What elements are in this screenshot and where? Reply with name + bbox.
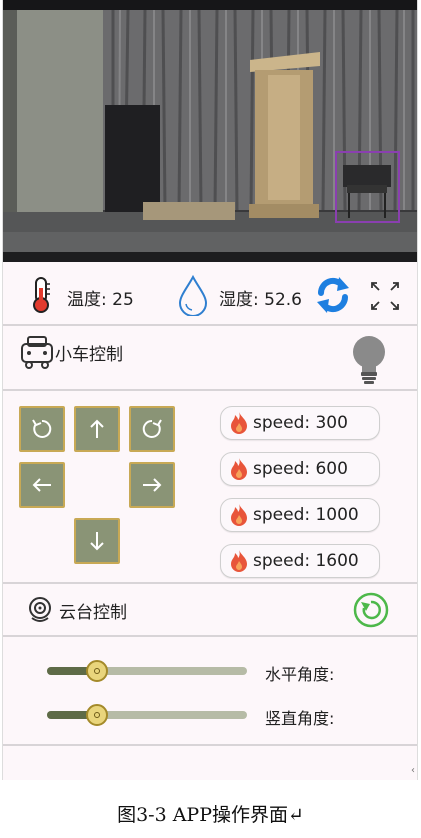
speed-300-button[interactable]: speed: 300 [220,406,380,440]
slider-thumb[interactable] [86,660,108,682]
flame-icon [231,550,247,572]
app-screen: 温度: 25 湿度: 52.6 小车控制 speed: 300 speed: 6… [2,0,418,780]
speed-label: speed: 300 [253,413,348,433]
flame-icon [231,504,247,526]
divider [3,582,417,584]
water-drop-icon [178,274,208,316]
car-icon [21,336,53,369]
thermometer-icon [33,277,50,313]
divider [3,389,417,391]
lightbulb-icon[interactable] [351,334,387,386]
vertical-angle-label: 竖直角度: [265,709,335,728]
horizontal-angle-slider[interactable] [47,656,247,686]
backward-button[interactable] [74,518,120,564]
rotate-left-button[interactable] [19,406,65,452]
arrow-up-icon [90,419,104,438]
speed-label: speed: 1600 [253,551,359,571]
humidity-reading: 湿度: 52.6 [219,290,302,310]
speed-1600-button[interactable]: speed: 1600 [220,544,380,578]
vertical-angle-slider[interactable] [47,700,247,730]
speed-label: speed: 1000 [253,505,359,525]
speed-1000-button[interactable]: speed: 1000 [220,498,380,532]
right-button[interactable] [129,462,175,508]
speed-label: speed: 600 [253,459,348,479]
slider-thumb[interactable] [86,704,108,726]
forward-button[interactable] [74,406,120,452]
divider [3,635,417,637]
camera-feed [3,0,417,262]
arrow-right-icon [143,478,162,492]
flame-icon [231,412,247,434]
fullscreen-icon[interactable] [369,280,401,312]
figure-caption: 图3-3 APP操作界面↵ [117,804,304,826]
refresh-icon[interactable] [315,276,351,314]
car-control-title: 小车控制 [55,345,123,365]
left-button[interactable] [19,462,65,508]
rotate-left-icon [32,419,52,438]
camera-gimbal-icon [29,597,51,622]
speed-600-button[interactable]: speed: 600 [220,452,380,486]
divider [3,324,417,326]
horizontal-angle-label: 水平角度: [265,665,335,684]
sensor-row: 温度: 25 湿度: 52.6 [3,268,417,324]
arrow-down-icon [90,532,104,551]
reset-icon[interactable] [353,592,389,628]
rotate-right-button[interactable] [129,406,175,452]
gimbal-control-title: 云台控制 [59,603,127,623]
temperature-reading: 温度: 25 [67,290,134,310]
rotate-right-icon [142,419,162,438]
arrow-left-icon [32,478,51,492]
camera-image [3,0,417,262]
flame-icon [231,458,247,480]
scroll-indicator: ‹ [411,765,415,776]
divider [3,744,417,746]
